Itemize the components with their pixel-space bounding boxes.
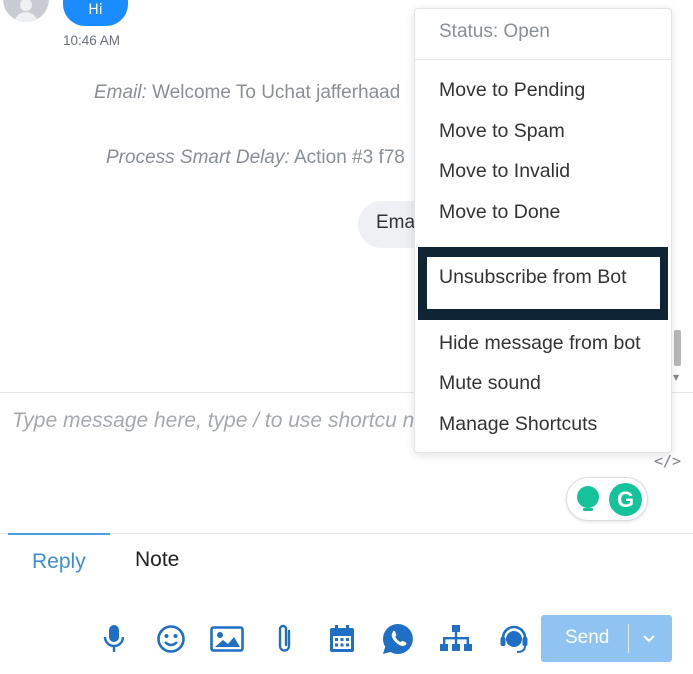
lightbulb-icon[interactable] bbox=[577, 486, 599, 511]
send-button[interactable]: Send bbox=[541, 615, 672, 662]
system-message-label: Process Smart Delay: bbox=[106, 147, 290, 168]
system-message-email: Email: Welcome To Uchat jafferhaad bbox=[94, 82, 400, 104]
code-toggle-icon[interactable]: </> bbox=[654, 452, 681, 470]
system-message-label: Email: bbox=[94, 82, 147, 103]
menu-status-label: Status: Open bbox=[439, 21, 550, 42]
flow-icon[interactable] bbox=[439, 622, 473, 656]
support-agent-icon[interactable] bbox=[497, 622, 531, 656]
menu-item-manage-shortcuts[interactable]: Manage Shortcuts bbox=[439, 413, 597, 436]
chat-scrollbar-thumb[interactable] bbox=[674, 330, 681, 366]
message-timestamp: 10:46 AM bbox=[63, 33, 121, 48]
scroll-down-arrow-icon[interactable]: ▼ bbox=[673, 373, 679, 382]
send-options-chevron-icon[interactable] bbox=[642, 628, 656, 650]
conversation-actions-menu: Status: Open Move to Pending Move to Spa… bbox=[414, 8, 672, 453]
menu-divider bbox=[415, 59, 671, 60]
incoming-message-bubble: Hi bbox=[63, 0, 128, 26]
send-label: Send bbox=[565, 627, 610, 648]
tab-note[interactable]: Note bbox=[135, 548, 179, 572]
grammarly-widget[interactable]: G bbox=[566, 477, 648, 521]
menu-item-unsubscribe-highlight[interactable]: Unsubscribe from Bot bbox=[418, 247, 668, 320]
attachment-icon[interactable] bbox=[268, 622, 302, 656]
tab-reply[interactable]: Reply bbox=[32, 550, 86, 574]
menu-item-move-to-pending[interactable]: Move to Pending bbox=[439, 79, 585, 102]
menu-item-move-to-done[interactable]: Move to Done bbox=[439, 201, 560, 224]
avatar-head bbox=[20, 0, 32, 11]
microphone-icon[interactable] bbox=[97, 622, 131, 656]
avatar-body bbox=[14, 12, 38, 22]
menu-item-mute-sound[interactable]: Mute sound bbox=[439, 372, 541, 395]
message-input[interactable]: Type message here, type / to use shortcu… bbox=[12, 404, 482, 437]
whatsapp-icon[interactable] bbox=[381, 622, 415, 656]
menu-item-move-to-invalid[interactable]: Move to Invalid bbox=[439, 160, 570, 183]
menu-item-unsubscribe-from-bot[interactable]: Unsubscribe from Bot bbox=[439, 266, 627, 289]
system-message-smart-delay: Process Smart Delay: Action #3 f78 bbox=[106, 147, 405, 169]
emoji-icon[interactable] bbox=[154, 622, 188, 656]
contact-avatar bbox=[3, 0, 49, 22]
menu-item-hide-message-from-bot[interactable]: Hide message from bot bbox=[439, 332, 641, 355]
image-icon[interactable] bbox=[210, 622, 244, 656]
grammarly-logo-icon[interactable]: G bbox=[609, 483, 642, 516]
system-message-text: Action #3 f78 bbox=[289, 147, 405, 168]
send-separator bbox=[628, 624, 629, 653]
active-tab-indicator bbox=[8, 533, 110, 535]
menu-item-move-to-spam[interactable]: Move to Spam bbox=[439, 120, 565, 143]
system-message-text: Welcome To Uchat jafferhaad bbox=[146, 82, 401, 103]
calendar-icon[interactable] bbox=[325, 622, 359, 656]
